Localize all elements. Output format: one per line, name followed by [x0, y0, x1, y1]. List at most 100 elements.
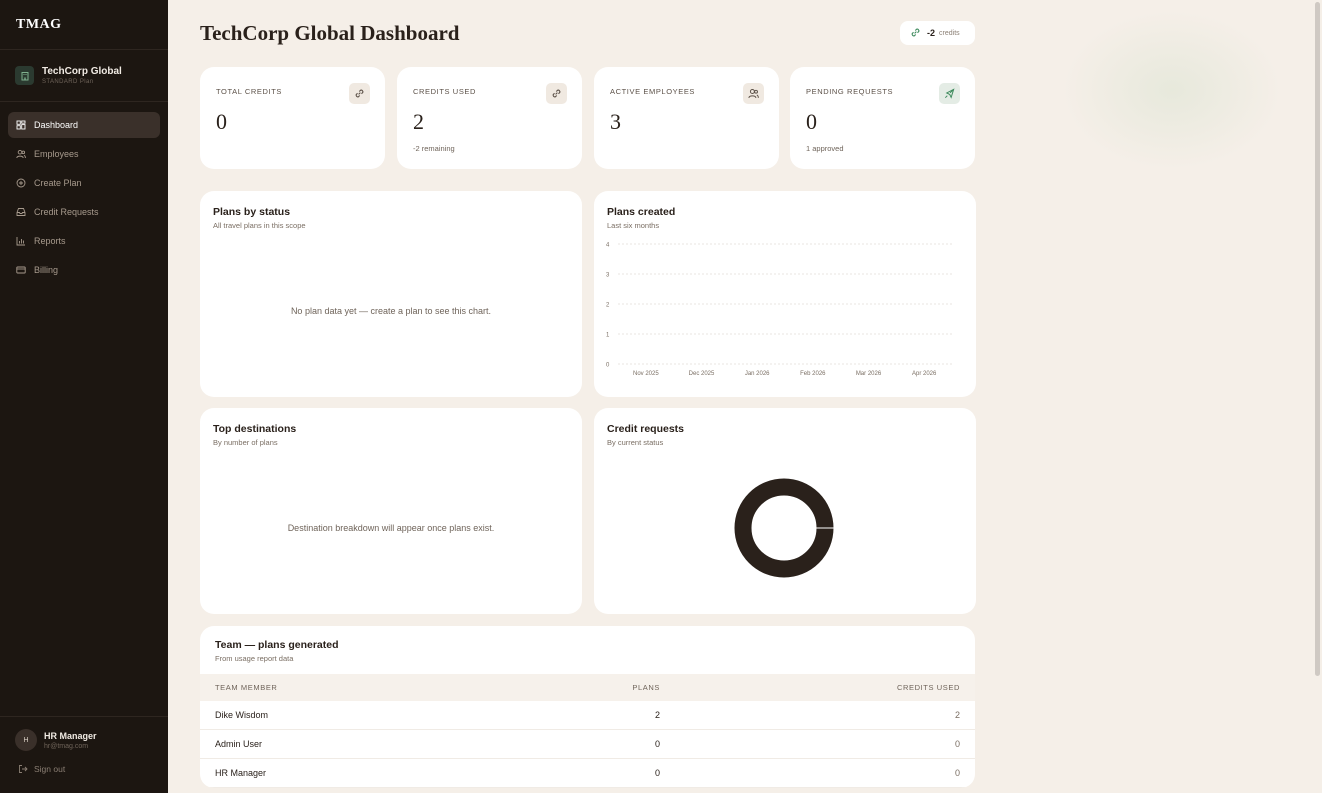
- stat-sub: 1 approved: [806, 144, 844, 153]
- panel-subtitle: By number of plans: [213, 438, 278, 447]
- bar-chart-icon: [16, 236, 26, 246]
- plane-icon: [939, 83, 960, 104]
- y-tick-label: 1: [606, 333, 610, 339]
- sidebar-item-label: Billing: [34, 265, 59, 275]
- panel-title: Plans created: [607, 206, 676, 218]
- page-scrollbar[interactable]: [1315, 2, 1320, 676]
- stat-label: TOTAL CREDITS: [216, 87, 283, 96]
- column-header-member[interactable]: TEAM MEMBER: [215, 683, 515, 692]
- sign-out-label: Sign out: [34, 764, 66, 774]
- building-icon: [15, 66, 34, 85]
- dashboard-icon: [16, 120, 26, 130]
- table-header: TEAM MEMBER PLANS CREDITS USED: [200, 674, 975, 701]
- sidebar-item-create-plan[interactable]: Create Plan: [8, 170, 160, 196]
- plans-created-panel: Plans created Last six months 0 1 2 3 4 Nov 2…: [594, 191, 976, 397]
- team-plans-table: Team — plans generated From usage report…: [200, 626, 975, 788]
- cell-member: Admin User: [215, 739, 263, 749]
- stat-sub: -2 remaining: [413, 144, 455, 153]
- x-tick-label: Nov 2025: [633, 371, 659, 377]
- table-row[interactable]: HR Manager 0 0: [200, 759, 975, 788]
- empty-state-message: No plan data yet — create a plan to see …: [290, 306, 492, 316]
- panel-subtitle: From usage report data: [215, 654, 294, 663]
- sidebar-item-label: Employees: [34, 149, 79, 159]
- y-tick-label: 4: [606, 243, 610, 249]
- link-icon: [349, 83, 370, 104]
- sidebar-footer: H HR Manager hr@tmag.com Sign out: [0, 716, 168, 793]
- user-name: HR Manager: [44, 730, 97, 741]
- sidebar-item-reports[interactable]: Reports: [8, 228, 160, 254]
- cell-member: HR Manager: [215, 768, 267, 778]
- credit-requests-donut: [734, 478, 834, 578]
- cell-credits: 0: [954, 768, 960, 778]
- background-glow: [1062, 10, 1282, 170]
- sidebar-item-label: Dashboard: [34, 120, 79, 130]
- panel-title: Plans by status: [213, 206, 291, 218]
- stat-card-total-credits: TOTAL CREDITS 0: [200, 67, 385, 169]
- page-title: TechCorp Global Dashboard: [200, 21, 460, 45]
- cell-credits: 2: [954, 710, 960, 720]
- stat-value: 2: [413, 109, 424, 134]
- y-tick-label: 0: [606, 363, 610, 369]
- stat-value: 3: [610, 109, 621, 134]
- stat-card-active-employees: ACTIVE EMPLOYEES 3: [594, 67, 779, 169]
- users-icon: [16, 149, 26, 159]
- empty-state-message: Destination breakdown will appear once p…: [287, 523, 495, 533]
- inbox-icon: [16, 207, 26, 217]
- sign-out-icon: [18, 764, 28, 774]
- card-icon: [16, 265, 26, 275]
- sidebar-item-employees[interactable]: Employees: [8, 141, 160, 167]
- plans-created-chart: 0 1 2 3 4 Nov 2025 Dec 2025 Jan 2026 Feb 2026 Mar…: [606, 243, 952, 377]
- stat-value: 0: [216, 109, 227, 134]
- panel-title: Top destinations: [213, 423, 297, 435]
- x-tick-label: Dec 2025: [689, 371, 715, 377]
- y-tick-label: 2: [606, 303, 610, 309]
- plans-by-status-panel: Plans by status All travel plans in this…: [200, 191, 582, 397]
- x-tick-label: Mar 2026: [856, 371, 882, 377]
- sidebar-item-credit-requests[interactable]: Credit Requests: [8, 199, 160, 225]
- stat-card-credits-used: CREDITS USED 2 -2 remaining: [397, 67, 582, 169]
- cell-plans: 0: [654, 739, 660, 749]
- link-icon: [910, 27, 921, 40]
- cell-member: Dike Wisdom: [215, 710, 269, 720]
- column-header-plans[interactable]: PLANS: [515, 683, 660, 692]
- panel-subtitle: By current status: [607, 438, 664, 447]
- sidebar-item-label: Credit Requests: [34, 207, 99, 217]
- panel-subtitle: All travel plans in this scope: [213, 221, 306, 230]
- stat-value: 0: [806, 109, 817, 134]
- sidebar-nav: Dashboard Employees Create Plan Credit R…: [0, 102, 168, 283]
- x-tick-label: Feb 2026: [800, 371, 826, 377]
- cell-credits: 0: [954, 739, 960, 749]
- sidebar: TMAG TechCorp Global STANDARD Plan Dashb…: [0, 0, 168, 793]
- stat-label: PENDING REQUESTS: [806, 87, 894, 96]
- user-email: hr@tmag.com: [44, 742, 89, 750]
- sidebar-item-label: Create Plan: [34, 178, 82, 188]
- table-row[interactable]: Dike Wisdom 2 2: [200, 701, 975, 730]
- x-tick-label: Apr 2026: [912, 371, 937, 377]
- org-plan: STANDARD Plan: [42, 79, 94, 85]
- plus-circle-icon: [16, 178, 26, 188]
- credit-requests-panel: Credit requests By current status: [594, 408, 976, 614]
- panel-title: Team — plans generated: [215, 639, 339, 651]
- credits-label: credits: [939, 29, 960, 37]
- stat-label: CREDITS USED: [413, 87, 477, 96]
- credits-value: -2: [927, 28, 936, 38]
- org-name: TechCorp Global: [42, 66, 122, 77]
- column-header-credits[interactable]: CREDITS USED: [660, 683, 960, 692]
- users-icon: [743, 83, 764, 104]
- x-tick-label: Jan 2026: [745, 371, 770, 377]
- user-profile[interactable]: H HR Manager hr@tmag.com: [15, 729, 153, 751]
- link-icon: [546, 83, 567, 104]
- org-switcher[interactable]: TechCorp Global STANDARD Plan: [0, 50, 168, 102]
- sign-out-button[interactable]: Sign out: [15, 764, 153, 774]
- sidebar-item-billing[interactable]: Billing: [8, 257, 160, 283]
- sidebar-item-dashboard[interactable]: Dashboard: [8, 112, 160, 138]
- credits-badge[interactable]: -2 credits: [900, 21, 975, 45]
- donut-slice-approved[interactable]: [734, 478, 834, 578]
- stat-label: ACTIVE EMPLOYEES: [610, 87, 696, 96]
- y-tick-label: 3: [606, 273, 610, 279]
- app-logo[interactable]: TMAG: [0, 0, 168, 50]
- table-row[interactable]: Admin User 0 0: [200, 730, 975, 759]
- panel-title: Credit requests: [607, 423, 685, 435]
- panel-subtitle: Last six months: [607, 221, 660, 230]
- sidebar-item-label: Reports: [34, 236, 66, 246]
